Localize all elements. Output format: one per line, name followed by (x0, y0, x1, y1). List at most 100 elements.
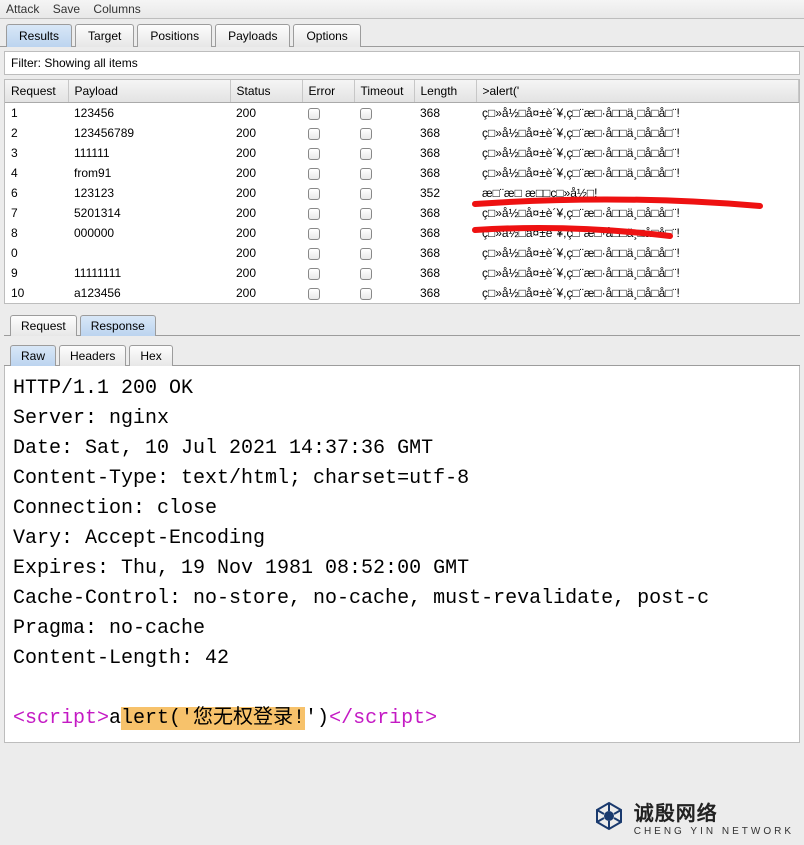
table-row[interactable]: 2123456789200368ç□»å½□å¤±è´¥,ç□¨æ□·å□□ä¸… (5, 123, 799, 143)
menu-columns[interactable]: Columns (93, 2, 140, 16)
cell-status: 200 (230, 283, 302, 303)
tab-results[interactable]: Results (6, 24, 72, 47)
cell-alert: ç□»å½□å¤±è´¥,ç□¨æ□·å□□ä¸□å­□å□¨! (476, 283, 799, 303)
cell-length: 368 (414, 103, 476, 124)
tab-target[interactable]: Target (75, 24, 134, 47)
timeout-checkbox[interactable] (360, 268, 372, 280)
cell-timeout (354, 103, 414, 124)
timeout-checkbox[interactable] (360, 228, 372, 240)
cell-error (302, 263, 354, 283)
cell-request: 10 (5, 283, 68, 303)
filter-bar[interactable]: Filter: Showing all items (4, 51, 800, 75)
tab-positions[interactable]: Positions (137, 24, 212, 47)
cell-request: 6 (5, 183, 68, 203)
cell-alert: ç□»å½□å¤±è´¥,ç□¨æ□·å□□ä¸□å­□å□¨! (476, 203, 799, 223)
timeout-checkbox[interactable] (360, 208, 372, 220)
cell-payload: 5201314 (68, 203, 230, 223)
cell-timeout (354, 283, 414, 303)
cell-timeout (354, 143, 414, 163)
watermark-cn: 诚殷网络 (634, 797, 794, 826)
timeout-checkbox[interactable] (360, 108, 372, 120)
error-checkbox[interactable] (308, 128, 320, 140)
tab-response[interactable]: Response (80, 315, 156, 336)
cell-status: 200 (230, 123, 302, 143)
table-row[interactable]: 4from91200368ç□»å½□å¤±è´¥,ç□¨æ□·å□□ä¸□å­… (5, 163, 799, 183)
error-checkbox[interactable] (308, 248, 320, 260)
response-raw[interactable]: HTTP/1.1 200 OK Server: nginx Date: Sat,… (4, 366, 800, 743)
error-checkbox[interactable] (308, 288, 320, 300)
timeout-checkbox[interactable] (360, 148, 372, 160)
error-checkbox[interactable] (308, 108, 320, 120)
error-checkbox[interactable] (308, 188, 320, 200)
cell-alert: ç□»å½□å¤±è´¥,ç□¨æ□·å□□ä¸□å­□å□¨! (476, 263, 799, 283)
cell-alert: ç□»å½□å¤±è´¥,ç□¨æ□·å□□ä¸□å­□å□¨! (476, 123, 799, 143)
error-checkbox[interactable] (308, 148, 320, 160)
cell-error (302, 103, 354, 124)
timeout-checkbox[interactable] (360, 248, 372, 260)
cell-status: 200 (230, 223, 302, 243)
tab-request[interactable]: Request (10, 315, 77, 336)
cell-request: 3 (5, 143, 68, 163)
results-table-wrap: Request Payload Status Error Timeout Len… (4, 79, 800, 304)
error-checkbox[interactable] (308, 268, 320, 280)
cell-request: 9 (5, 263, 68, 283)
table-row[interactable]: 0200368ç□»å½□å¤±è´¥,ç□¨æ□·å□□ä¸□å­□å□¨! (5, 243, 799, 263)
table-row[interactable]: 10a123456200368ç□»å½□å¤±è´¥,ç□¨æ□·å□□ä¸□… (5, 283, 799, 303)
cell-timeout (354, 223, 414, 243)
timeout-checkbox[interactable] (360, 128, 372, 140)
error-checkbox[interactable] (308, 228, 320, 240)
table-row[interactable]: 8000000200368ç□»å½□å¤±è´¥,ç□¨æ□·å□□ä¸□å­… (5, 223, 799, 243)
table-row[interactable]: 3111111200368ç□»å½□å¤±è´¥,ç□¨æ□·å□□ä¸□å­… (5, 143, 799, 163)
cell-payload: 11111111 (68, 263, 230, 283)
tab-payloads[interactable]: Payloads (215, 24, 290, 47)
menu-attack[interactable]: Attack (6, 2, 39, 16)
request-response-tabstrip: Request Response (4, 310, 800, 336)
error-checkbox[interactable] (308, 208, 320, 220)
col-error[interactable]: Error (302, 80, 354, 103)
watermark-en: CHENG YIN NETWORK (634, 826, 794, 837)
cell-request: 8 (5, 223, 68, 243)
cell-length: 368 (414, 203, 476, 223)
cell-payload: from91 (68, 163, 230, 183)
cell-alert: ç□»å½□å¤±è´¥,ç□¨æ□·å□□ä¸□å­□å□¨! (476, 163, 799, 183)
cell-payload (68, 243, 230, 263)
cell-payload: 111111 (68, 143, 230, 163)
table-row[interactable]: 1123456200368ç□»å½□å¤±è´¥,ç□¨æ□·å□□ä¸□å­… (5, 103, 799, 124)
cell-status: 200 (230, 263, 302, 283)
cell-status: 200 (230, 183, 302, 203)
script-open-tag: <script> (13, 707, 109, 730)
col-payload[interactable]: Payload (68, 80, 230, 103)
col-alert[interactable]: >alert(' (476, 80, 799, 103)
col-request[interactable]: Request (5, 80, 68, 103)
watermark-logo-icon (594, 801, 624, 834)
cell-error (302, 283, 354, 303)
cell-payload: 000000 (68, 223, 230, 243)
col-length[interactable]: Length (414, 80, 476, 103)
table-row[interactable]: 75201314200368ç□»å½□å¤±è´¥,ç□¨æ□·å□□ä¸□å… (5, 203, 799, 223)
script-close-tag: </script> (329, 707, 437, 730)
cell-status: 200 (230, 203, 302, 223)
table-row[interactable]: 911111111200368ç□»å½□å¤±è´¥,ç□¨æ□·å□□ä¸□… (5, 263, 799, 283)
col-timeout[interactable]: Timeout (354, 80, 414, 103)
cell-length: 368 (414, 283, 476, 303)
alert-text-a: a (109, 707, 121, 730)
cell-status: 200 (230, 143, 302, 163)
table-row[interactable]: 6123123200352æ□¨æ□ æ□□ç□»å½□! (5, 183, 799, 203)
timeout-checkbox[interactable] (360, 168, 372, 180)
cell-length: 368 (414, 163, 476, 183)
viewtab-headers[interactable]: Headers (59, 345, 126, 366)
menu-save[interactable]: Save (53, 2, 80, 16)
timeout-checkbox[interactable] (360, 288, 372, 300)
col-status[interactable]: Status (230, 80, 302, 103)
watermark: 诚殷网络 CHENG YIN NETWORK (594, 797, 794, 837)
cell-payload: 123123 (68, 183, 230, 203)
viewtab-hex[interactable]: Hex (129, 345, 172, 366)
cell-error (302, 243, 354, 263)
results-table: Request Payload Status Error Timeout Len… (5, 80, 799, 303)
cell-payload: 123456789 (68, 123, 230, 143)
error-checkbox[interactable] (308, 168, 320, 180)
viewtab-raw[interactable]: Raw (10, 345, 56, 366)
timeout-checkbox[interactable] (360, 188, 372, 200)
cell-error (302, 143, 354, 163)
tab-options[interactable]: Options (293, 24, 360, 47)
